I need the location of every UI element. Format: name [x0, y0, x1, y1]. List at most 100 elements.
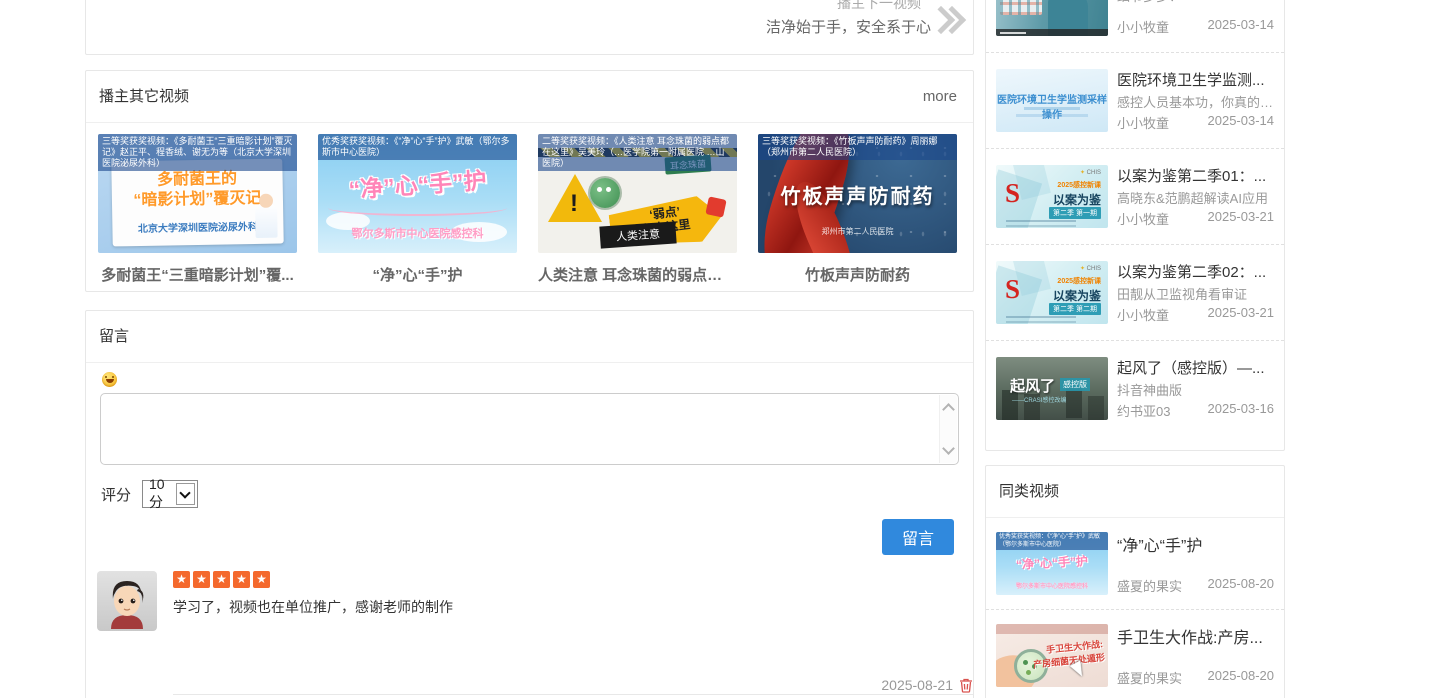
- sidebar-video-subtitle: 抖音神曲版: [1117, 380, 1274, 399]
- sidebar-thumbnail-1: [996, 0, 1108, 36]
- sidebar-recommended-panel: 细节多多！ 小小牧童 2025-03-14 医院环境卫生学监测采样操作 医院环境…: [985, 0, 1285, 451]
- thumb-overlay-caption: 三等奖获奖视频：《多耐菌王“三重暗影计划”覆灭记》赵正平、程香绒、谢无为等（北京…: [98, 134, 297, 171]
- video-title[interactable]: 多耐菌王“三重暗影计划”覆...: [98, 264, 297, 285]
- other-videos-list: 三等奖获奖视频：《多耐菌王“三重暗影计划”覆灭记》赵正平、程香绒、谢无为等（北京…: [86, 123, 973, 285]
- next-video-label: 播主下一视频: [837, 0, 921, 13]
- star-icon: ★: [173, 571, 190, 588]
- delete-comment-icon[interactable]: [959, 678, 973, 693]
- similar-thumbnail-1: 优秀奖获奖视频：《“净”心“手”护》武敏（鄂尔多斯市中心医院） “净”心“手”护…: [996, 532, 1108, 595]
- thumb-overlay-caption: 优秀奖获奖视频：《“净”心“手”护》武敏（鄂尔多斯市中心医院）: [318, 134, 517, 160]
- next-video-chevron-icon[interactable]: [931, 7, 965, 33]
- comments-header: 留言: [86, 311, 973, 363]
- star-icon: ★: [233, 571, 250, 588]
- thumb-overlay-caption: 优秀奖获奖视频：《“净”心“手”护》武敏（鄂尔多斯市中心医院）: [996, 532, 1108, 550]
- video-thumbnail-1: 三等奖获奖视频：《多耐菌王“三重暗影计划”覆灭记》赵正平、程香绒、谢无为等（北京…: [98, 134, 297, 253]
- video-thumbnail-3: 二等奖获奖视频：《人类注意 耳念珠菌的弱点都在这里》吴美玲（…医学院第一附属医院…: [538, 134, 737, 253]
- sidebar-video-author: 小小牧童: [1117, 113, 1169, 132]
- star-icon: ★: [193, 571, 210, 588]
- similar-videos-header: 同类视频: [986, 466, 1284, 518]
- similar-video-title: 手卫生大作战:产房...: [1117, 624, 1274, 648]
- comment-entry: ★ ★ ★ ★ ★ 学习了，视频也在单位推广，感谢老师的制作: [97, 571, 959, 617]
- sidebar-video-item-3[interactable]: S CHIS 2025感控新课 以案为鉴 第二季 第一期 以案为鉴第二季01：.…: [986, 149, 1284, 245]
- select-dropdown-icon[interactable]: [176, 483, 195, 505]
- sidebar-video-subtitle: 高晓东&范鹏超解读AI应用: [1117, 188, 1274, 207]
- emoji-picker-icon[interactable]: [102, 372, 117, 387]
- video-title[interactable]: 竹板声声防耐药: [758, 264, 957, 285]
- similar-thumbnail-2: 手卫生大作战: 产房细菌无处遁形: [996, 624, 1108, 687]
- chis-logo: CHIS: [1080, 169, 1101, 176]
- comments-panel: 留言 评分 10分 留言: [85, 310, 974, 698]
- similar-videos-panel: 同类视频 优秀奖获奖视频：《“净”心“手”护》武敏（鄂尔多斯市中心医院） “净”…: [985, 465, 1285, 698]
- comments-header-label: 留言: [99, 328, 129, 345]
- video-card-1[interactable]: 三等奖获奖视频：《多耐菌王“三重暗影计划”覆灭记》赵正平、程香绒、谢无为等（北京…: [98, 134, 297, 285]
- chis-logo: CHIS: [1080, 265, 1101, 272]
- page: 播主下一视频 洁净始于手，安全系于心 播主其它视频 more 三等奖获奖视频：《…: [0, 0, 1434, 698]
- rating-select[interactable]: 10分: [142, 480, 198, 508]
- rating-row: 评分 10分: [101, 480, 198, 508]
- more-link[interactable]: more: [923, 71, 957, 122]
- comment-date: 2025-08-21: [881, 677, 953, 693]
- sidebar-thumbnail-4: S CHIS 2025感控新课 以案为鉴 第二季 第二期: [996, 261, 1108, 324]
- sidebar-video-author: 约书亚03: [1117, 401, 1170, 420]
- sidebar-thumbnail-2: 医院环境卫生学监测采样操作: [996, 69, 1108, 132]
- sidebar-video-date: 2025-03-21: [1208, 209, 1275, 228]
- rating-select-value: 10分: [143, 476, 176, 512]
- rating-label: 评分: [101, 484, 131, 505]
- video-title[interactable]: “净”心“手”护: [318, 264, 517, 285]
- star-icon: ★: [253, 571, 270, 588]
- video-card-2[interactable]: 优秀奖获奖视频：《“净”心“手”护》武敏（鄂尔多斯市中心医院） “净”心“手”护…: [318, 134, 517, 285]
- video-card-4[interactable]: 三等奖获奖视频：《竹板声声防耐药》周丽娜（郑州市第二人民医院） 竹板声声防耐药 …: [758, 134, 957, 285]
- similar-video-author: 盛夏的果实: [1117, 668, 1182, 687]
- other-videos-header: 播主其它视频 more: [86, 71, 973, 123]
- sidebar-video-item-4[interactable]: S CHIS 2025感控新课 以案为鉴 第二季 第二期 以案为鉴第二季02：.…: [986, 245, 1284, 341]
- comment-meta: 2025-08-21: [881, 677, 973, 693]
- video-card-3[interactable]: 二等奖获奖视频：《人类注意 耳念珠菌的弱点都在这里》吴美玲（…医学院第一附属医院…: [538, 134, 737, 285]
- sidebar-video-author: 小小牧童: [1117, 305, 1169, 324]
- thumb-overlay-caption: 二等奖获奖视频：《人类注意 耳念珠菌的弱点都在这里》吴美玲（…医学院第一附属医院…: [538, 134, 737, 171]
- similar-video-author: 盛夏的果实: [1117, 576, 1182, 595]
- sidebar-video-title: 起风了（感控版）—...: [1117, 357, 1274, 378]
- similar-videos-header-label: 同类视频: [999, 483, 1059, 500]
- scroll-down-icon[interactable]: [942, 442, 955, 455]
- sidebar-video-date: 2025-03-21: [1208, 305, 1275, 324]
- sidebar-video-subtitle: 田靓从卫监视角看审证: [1117, 284, 1274, 303]
- similar-video-date: 2025-08-20: [1208, 668, 1275, 687]
- video-progress-bar: [996, 29, 1108, 36]
- video-thumbnail-4: 三等奖获奖视频：《竹板声声防耐药》周丽娜（郑州市第二人民医院） 竹板声声防耐药 …: [758, 134, 957, 253]
- comment-text: 学习了，视频也在单位推广，感谢老师的制作: [173, 597, 959, 617]
- similar-video-item-1[interactable]: 优秀奖获奖视频：《“净”心“手”护》武敏（鄂尔多斯市中心医院） “净”心“手”护…: [986, 518, 1284, 610]
- submit-comment-button[interactable]: 留言: [882, 519, 954, 555]
- video-thumbnail-2: 优秀奖获奖视频：《“净”心“手”护》武敏（鄂尔多斯市中心医院） “净”心“手”护…: [318, 134, 517, 253]
- sidebar-thumbnail-3: S CHIS 2025感控新课 以案为鉴 第二季 第一期: [996, 165, 1108, 228]
- sidebar-video-subtitle: 感控人员基本功，你真的会采: [1117, 92, 1274, 111]
- sidebar-video-date: 2025-03-16: [1208, 401, 1275, 420]
- sidebar-thumbnail-5: 起风了 感控版 ——CRASI感控改编: [996, 357, 1108, 420]
- similar-video-title: “净”心“手”护: [1117, 532, 1274, 556]
- sidebar-video-date: 2025-03-14: [1208, 113, 1275, 132]
- doctor-illustration: [255, 204, 278, 238]
- video-title[interactable]: 人类注意 耳念珠菌的弱点都在...: [538, 264, 737, 285]
- other-videos-panel: 播主其它视频 more 三等奖获奖视频：《多耐菌王“三重暗影计划”覆灭记》赵正平…: [85, 70, 974, 292]
- next-video-panel: 播主下一视频 洁净始于手，安全系于心: [85, 0, 974, 55]
- thumb-overlay-caption: 三等奖获奖视频：《竹板声声防耐药》周丽娜（郑州市第二人民医院）: [758, 134, 957, 160]
- sidebar-video-author: 小小牧童: [1117, 17, 1169, 36]
- rating-stars: ★ ★ ★ ★ ★: [173, 571, 959, 588]
- comment-textarea[interactable]: [100, 393, 959, 465]
- germ-illustration: [590, 178, 620, 208]
- next-video-title[interactable]: 洁净始于手，安全系于心: [766, 16, 931, 37]
- sidebar-video-item-5[interactable]: 起风了 感控版 ——CRASI感控改编 起风了（感控版）—... 抖音神曲版 约…: [986, 341, 1284, 436]
- sidebar-video-title: 医院环境卫生学监测...: [1117, 69, 1274, 90]
- similar-video-item-2[interactable]: 手卫生大作战: 产房细菌无处遁形 手卫生大作战:产房... 盛夏的果实 2025…: [986, 610, 1284, 698]
- textarea-scrollbar[interactable]: [939, 395, 957, 463]
- other-videos-header-label: 播主其它视频: [99, 88, 189, 105]
- scroll-up-icon[interactable]: [942, 403, 955, 416]
- sidebar-video-title: 以案为鉴第二季02：...: [1117, 261, 1274, 282]
- sidebar-video-subtitle: 细节多多！: [1117, 0, 1274, 5]
- sidebar-video-title: 以案为鉴第二季01：...: [1117, 165, 1274, 186]
- star-icon: ★: [213, 571, 230, 588]
- avatar: [97, 571, 157, 631]
- sidebar-video-item-2[interactable]: 医院环境卫生学监测采样操作 医院环境卫生学监测... 感控人员基本功，你真的会采…: [986, 53, 1284, 149]
- sidebar-video-date: 2025-03-14: [1208, 17, 1275, 36]
- comment-input-wrap: [100, 393, 959, 465]
- sidebar-video-item-1[interactable]: 细节多多！ 小小牧童 2025-03-14: [986, 0, 1284, 53]
